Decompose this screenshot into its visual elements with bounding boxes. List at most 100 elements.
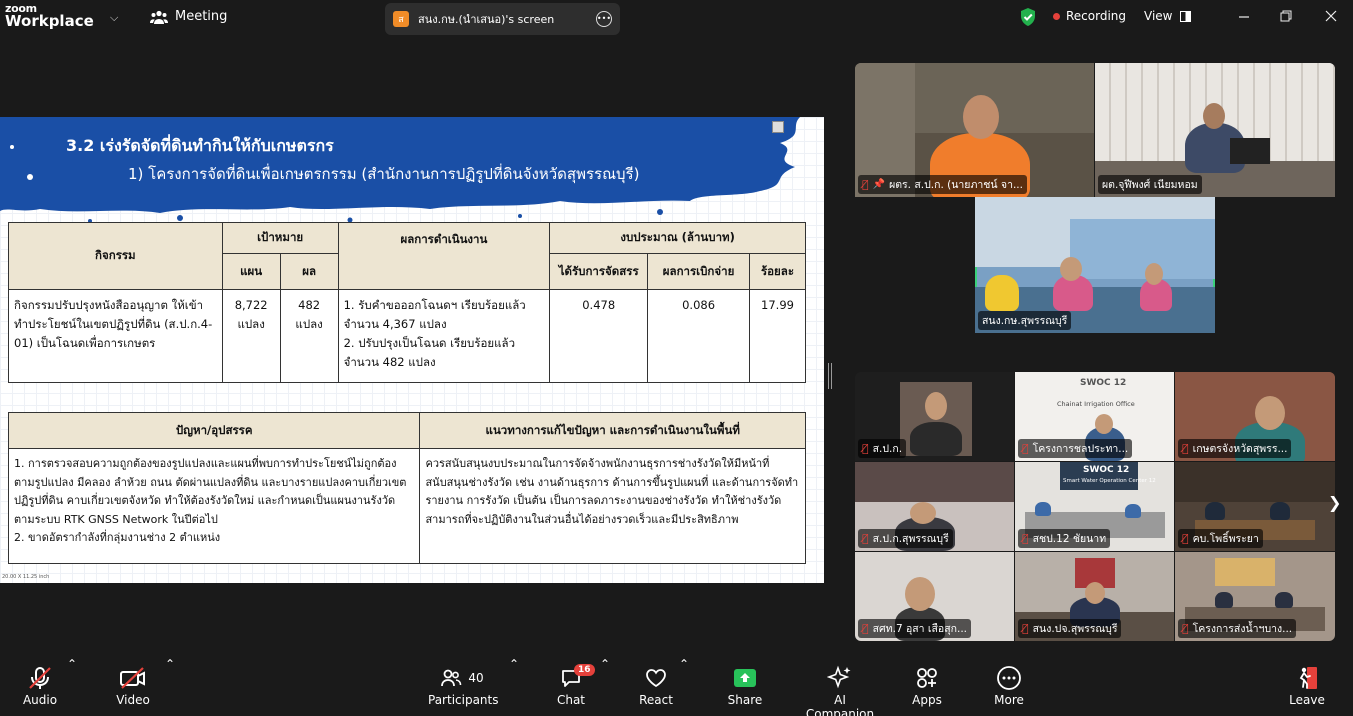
header-target: เป้าหมาย [221,222,339,254]
participant-name: สนง.ปจ.สุพรรณบุรี [1032,623,1118,635]
participants-count: 40 [468,671,484,685]
mic-muted-icon [29,667,51,689]
video-tile[interactable]: 🎙̸ สศท.7 อุสา เสือสุก... [855,552,1014,641]
participants-button[interactable]: 40 Participants [428,657,499,707]
video-tile[interactable]: SWOC 12 Smart Water Operation Center 12 … [1015,462,1174,551]
leave-button[interactable]: Leave [1288,657,1326,707]
audio-button[interactable]: Audio [18,657,62,707]
slide-title: 3.2 เร่งรัดจัดที่ดินทำกินให้กับเกษตรกร [66,136,334,155]
participant-name: โครงการส่งน้ำฯบาง... [1192,623,1293,635]
chat-unread-badge: 16 [574,664,595,676]
chat-button[interactable]: Chat 16 [554,657,595,707]
header-activity: กิจกรรม [8,222,223,290]
close-icon[interactable] [1321,6,1341,26]
restore-icon[interactable] [1276,6,1296,26]
chevron-down-icon[interactable]: ⌵ [110,11,118,25]
participant-name: ผตร. ส.ป.ก. (นายภาชน์ จา... [889,179,1023,191]
participant-name: สนง.กษ.สุพรรณบุรี [982,315,1068,327]
cell-disbursed: 0.086 [647,289,750,383]
participant-label: 🎙̸ โครงการชลประทา... [1018,439,1133,458]
video-tile[interactable]: 🎙̸ คบ.โพธิ์พระยา [1175,462,1335,551]
participant-label: 🎙̸ สนง.ปจ.สุพรรณบุรี [1018,619,1122,638]
header-performance: ผลการดำเนินงาน [337,222,551,290]
mic-muted-icon: 🎙̸ [862,178,869,191]
wall-sign-text: SWOC 12 [1080,378,1127,388]
apps-button[interactable]: Apps [910,657,944,707]
audio-options-chevron-icon[interactable]: ⌃ [67,657,77,671]
participant-name: สศท.7 อุสา เสือสุก... [872,623,967,635]
video-tile[interactable]: 🎙̸ ส.ป.ก. [855,372,1014,461]
wall-sign-text: SWOC 12 [1083,465,1130,475]
next-page-icon[interactable]: ❯ [1328,493,1341,512]
participant-name: ส.ป.ก.สุพรรณบุรี [872,533,949,545]
cell-problems: 1. การตรวจสอบความถูกต้องของรูปแปลงและแผน… [7,448,421,564]
participant-label: สนง.กษ.สุพรรณบุรี [978,311,1072,330]
video-options-chevron-icon[interactable]: ⌃ [165,657,175,671]
meeting-icon [150,10,168,24]
more-label: More [994,693,1024,707]
react-options-chevron-icon[interactable]: ⌃ [679,657,689,671]
cell-percent: 17.99 [749,289,806,383]
participant-label: 🎙̸ ส.ป.ก. [858,439,907,458]
panel-resize-handle[interactable] [828,363,832,389]
participant-label: 🎙̸ สชป.12 ชัยนาท [1018,529,1111,548]
more-options-icon[interactable]: ••• [596,11,612,27]
participants-options-chevron-icon[interactable]: ⌃ [509,657,519,671]
view-label: View [1144,9,1173,23]
ai-companion-button[interactable]: AI Companion [800,657,880,716]
screen-share-indicator[interactable]: ส สนง.กษ.(นำเสนอ)'s screen ••• [385,3,620,35]
ai-companion-label: AI Companion [805,693,875,716]
mic-muted-icon: 🎙̸ [862,442,869,455]
header-allocated: ได้รับการจัดสรร [549,253,649,290]
view-grid-icon [1180,10,1192,22]
video-tile[interactable]: 🎙̸ ส.ป.ก.สุพรรณบุรี [855,462,1014,551]
expand-icon[interactable] [772,121,784,133]
participant-name: คบ.โพธิ์พระยา [1192,533,1259,545]
participant-label: 🎙̸ สศท.7 อุสา เสือสุก... [858,619,971,638]
video-button[interactable]: Video [110,657,156,707]
chat-options-chevron-icon[interactable]: ⌃ [600,657,610,671]
cell-performance: 1. รับคำขอออกโฉนดฯ เรียบร้อยแล้ว จำนวน 4… [337,289,551,383]
cell-solutions: ควรสนับสนุนงบประมาณในการจัดจ้างพนักงานธุ… [419,448,806,564]
participant-label: 🎙̸ โครงการส่งน้ำฯบาง... [1178,619,1297,638]
performance-item: 1. รับคำขอออกโฉนดฯ เรียบร้อยแล้ว จำนวน 4… [343,298,526,331]
mic-muted-icon: 🎙̸ [1182,442,1189,455]
meeting-button[interactable]: Meeting [150,9,227,24]
leave-door-icon [1299,667,1317,689]
share-button[interactable]: Share [727,657,763,707]
header-solutions: แนวทางการแก้ไขปัญหา และการดำเนินงานในพื้… [419,412,806,449]
mic-muted-icon: 🎙̸ [1022,532,1029,545]
video-tile[interactable]: 🎙̸ เกษตรจังหวัดสุพรร... [1175,372,1335,461]
title-bar: zoom Workplace ⌵ Meeting ส สนง.กษ.(นำเสน… [0,0,1353,38]
video-tile[interactable]: ผต.จุฬีพงศ์ เนียมหอม [1095,63,1335,197]
slide-subtitle: 1) โครงการจัดที่ดินเพื่อเกษตรกรรม (สำนัก… [128,165,640,183]
participant-name: เกษตรจังหวัดสุพรร... [1192,443,1288,455]
cell-activity: กิจกรรมปรับปรุงหนังสืออนุญาต ให้เข้าทำปร… [8,289,223,383]
wall-sign-text: Smart Water Operation Center 12 [1063,478,1156,484]
share-label: Share [727,693,763,707]
minimize-icon[interactable] [1234,6,1254,26]
header-disbursed: ผลการเบิกจ่าย [647,253,750,290]
recording-indicator[interactable]: Recording [1053,9,1126,23]
video-tile[interactable]: 🎙̸ 📌 ผตร. ส.ป.ก. (นายภาชน์ จา... [855,63,1094,197]
camera-off-icon [120,667,145,689]
header-budget: งบประมาณ (ล้านบาท) [549,222,806,254]
react-button[interactable]: React [638,657,674,707]
sparkle-icon [827,665,851,689]
header-plan: แผน [221,253,281,290]
performance-item: 2. ปรับปรุงเป็นโฉนด เรียบร้อยแล้ว จำนวน … [343,336,516,369]
encryption-shield-icon[interactable] [1019,7,1037,27]
video-tile[interactable]: 🎙̸ โครงการส่งน้ำฯบาง... [1175,552,1335,641]
participant-name: โครงการชลประทา... [1032,443,1129,455]
mic-muted-icon: 🎙̸ [1182,532,1189,545]
participant-label: 🎙̸ ส.ป.ก.สุพรรณบุรี [858,529,953,548]
participant-name: สชป.12 ชัยนาท [1032,533,1107,545]
shared-screen[interactable]: 3.2 เร่งรัดจัดที่ดินทำกินให้กับเกษตรกร 1… [0,117,824,583]
more-button[interactable]: More [991,657,1027,707]
header-percent: ร้อยละ [749,253,806,290]
video-tile[interactable]: SWOC 12 Chainat Irrigation Office 🎙̸ โครง… [1015,372,1174,461]
video-tile[interactable]: 🎙̸ สนง.ปจ.สุพรรณบุรี [1015,552,1174,641]
participant-label: 🎙̸ 📌 ผตร. ส.ป.ก. (นายภาชน์ จา... [858,175,1027,194]
view-button[interactable]: View [1144,9,1192,23]
video-tile-active-speaker[interactable]: สนง.กษ.สุพรรณบุรี [975,197,1215,333]
